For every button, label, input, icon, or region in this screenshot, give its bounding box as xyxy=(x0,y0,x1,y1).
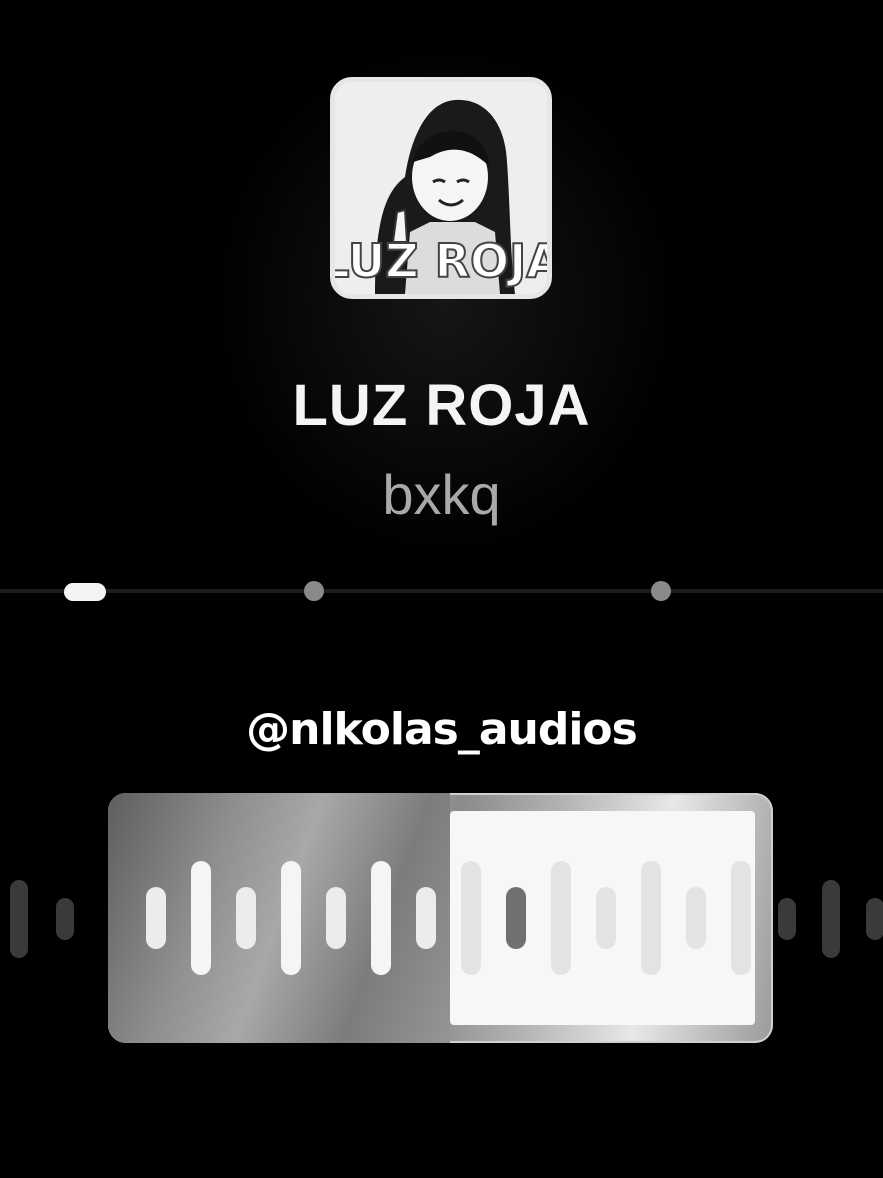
waveform-bar xyxy=(371,861,391,975)
waveform-bar xyxy=(731,861,751,975)
waveform-bar xyxy=(596,887,616,949)
progress-marker xyxy=(304,581,324,601)
progress-handle[interactable] xyxy=(64,583,106,601)
waveform-bar xyxy=(146,887,166,949)
waveform-bar xyxy=(10,880,28,958)
audio-waveform-player[interactable] xyxy=(108,793,773,1043)
waveform-bar xyxy=(416,887,436,949)
album-cover-icon: LUZ ROJA xyxy=(335,82,547,294)
waveform-bar xyxy=(686,887,706,949)
progress-track[interactable] xyxy=(0,589,883,593)
waveform-bar xyxy=(326,887,346,949)
progress-marker xyxy=(651,581,671,601)
song-title: LUZ ROJA xyxy=(292,373,591,438)
artwork-logo-text: LUZ ROJA xyxy=(335,234,547,288)
artist-name[interactable]: bxkq xyxy=(0,462,883,527)
waveform-bar xyxy=(461,861,481,975)
waveform-bar xyxy=(822,880,840,958)
watermark-handle: @nlkolas_audios xyxy=(246,704,638,755)
album-cover[interactable]: LUZ ROJA xyxy=(330,77,552,299)
waveform-bar xyxy=(551,861,571,975)
playhead-bar xyxy=(506,887,526,949)
waveform-bar xyxy=(236,887,256,949)
waveform-bar xyxy=(866,898,883,940)
waveform-bar xyxy=(191,861,211,975)
waveform-bar xyxy=(641,861,661,975)
waveform-bar xyxy=(281,861,301,975)
waveform-bar xyxy=(778,898,796,940)
waveform-bar xyxy=(56,898,74,940)
